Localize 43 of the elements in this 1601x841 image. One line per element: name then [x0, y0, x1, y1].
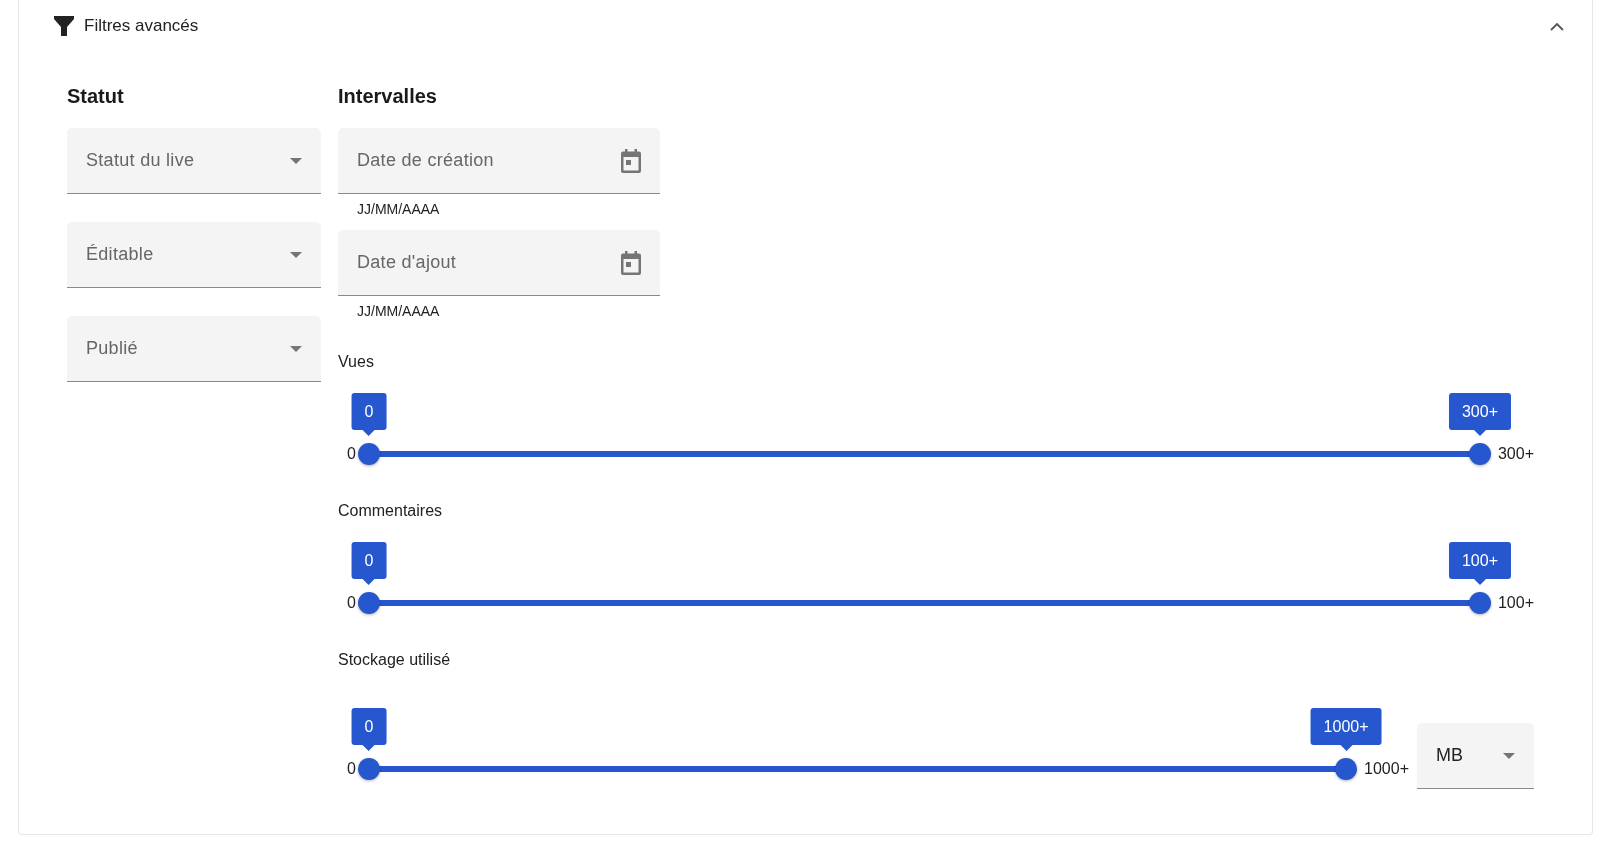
- slider-max-label: 1000+: [1363, 759, 1409, 779]
- slider-thumb[interactable]: [1335, 758, 1358, 780]
- collapse-chevron-icon[interactable]: [1550, 21, 1564, 31]
- slider-thumb[interactable]: [357, 443, 380, 465]
- slider-thumb[interactable]: [357, 758, 380, 780]
- select-field[interactable]: Publié: [67, 316, 321, 382]
- value-tooltip: 0: [351, 393, 387, 436]
- date-field[interactable]: Date de création: [338, 128, 660, 194]
- slider-min-label: 0: [347, 444, 357, 464]
- section-heading: Intervalles: [338, 85, 438, 108]
- range-slider[interactable]: [357, 757, 1358, 781]
- select-field[interactable]: MB: [1417, 723, 1534, 789]
- section-heading: Statut: [67, 85, 125, 108]
- dropdown-caret-icon: [290, 251, 302, 258]
- filter-icon: [54, 16, 74, 36]
- slider-thumb[interactable]: [1468, 592, 1491, 614]
- slider-min-label: 0: [347, 759, 357, 779]
- value-tooltip: 0: [351, 708, 387, 751]
- value-tooltip: 1000+: [1310, 708, 1382, 751]
- slider-label: Commentaires: [338, 501, 444, 521]
- date-format-hint: JJ/MM/AAAA: [356, 302, 441, 321]
- range-slider[interactable]: [357, 591, 1491, 615]
- dropdown-caret-icon: [1503, 752, 1515, 759]
- slider-min-label: 0: [347, 593, 357, 613]
- slider-max-label: 100+: [1496, 593, 1534, 613]
- value-tooltip: 300+: [1448, 393, 1511, 436]
- select-field[interactable]: Statut du live: [67, 128, 321, 194]
- panel-title: Filtres avancés: [84, 15, 199, 38]
- date-field[interactable]: Date d'ajout: [338, 230, 660, 296]
- slider-label: Vues: [338, 352, 375, 372]
- value-tooltip: 0: [351, 542, 387, 585]
- calendar-icon[interactable]: [620, 149, 642, 173]
- date-format-hint: JJ/MM/AAAA: [356, 200, 441, 219]
- slider-label: Stockage utilisé: [338, 650, 452, 670]
- dropdown-caret-icon: [290, 157, 302, 164]
- calendar-icon[interactable]: [620, 251, 642, 275]
- slider-thumb[interactable]: [357, 592, 380, 614]
- range-slider[interactable]: [357, 442, 1491, 466]
- value-tooltip: 100+: [1448, 542, 1511, 585]
- slider-thumb[interactable]: [1468, 443, 1491, 465]
- dropdown-caret-icon: [290, 345, 302, 352]
- select-field[interactable]: Éditable: [67, 222, 321, 288]
- slider-max-label: 300+: [1496, 444, 1534, 464]
